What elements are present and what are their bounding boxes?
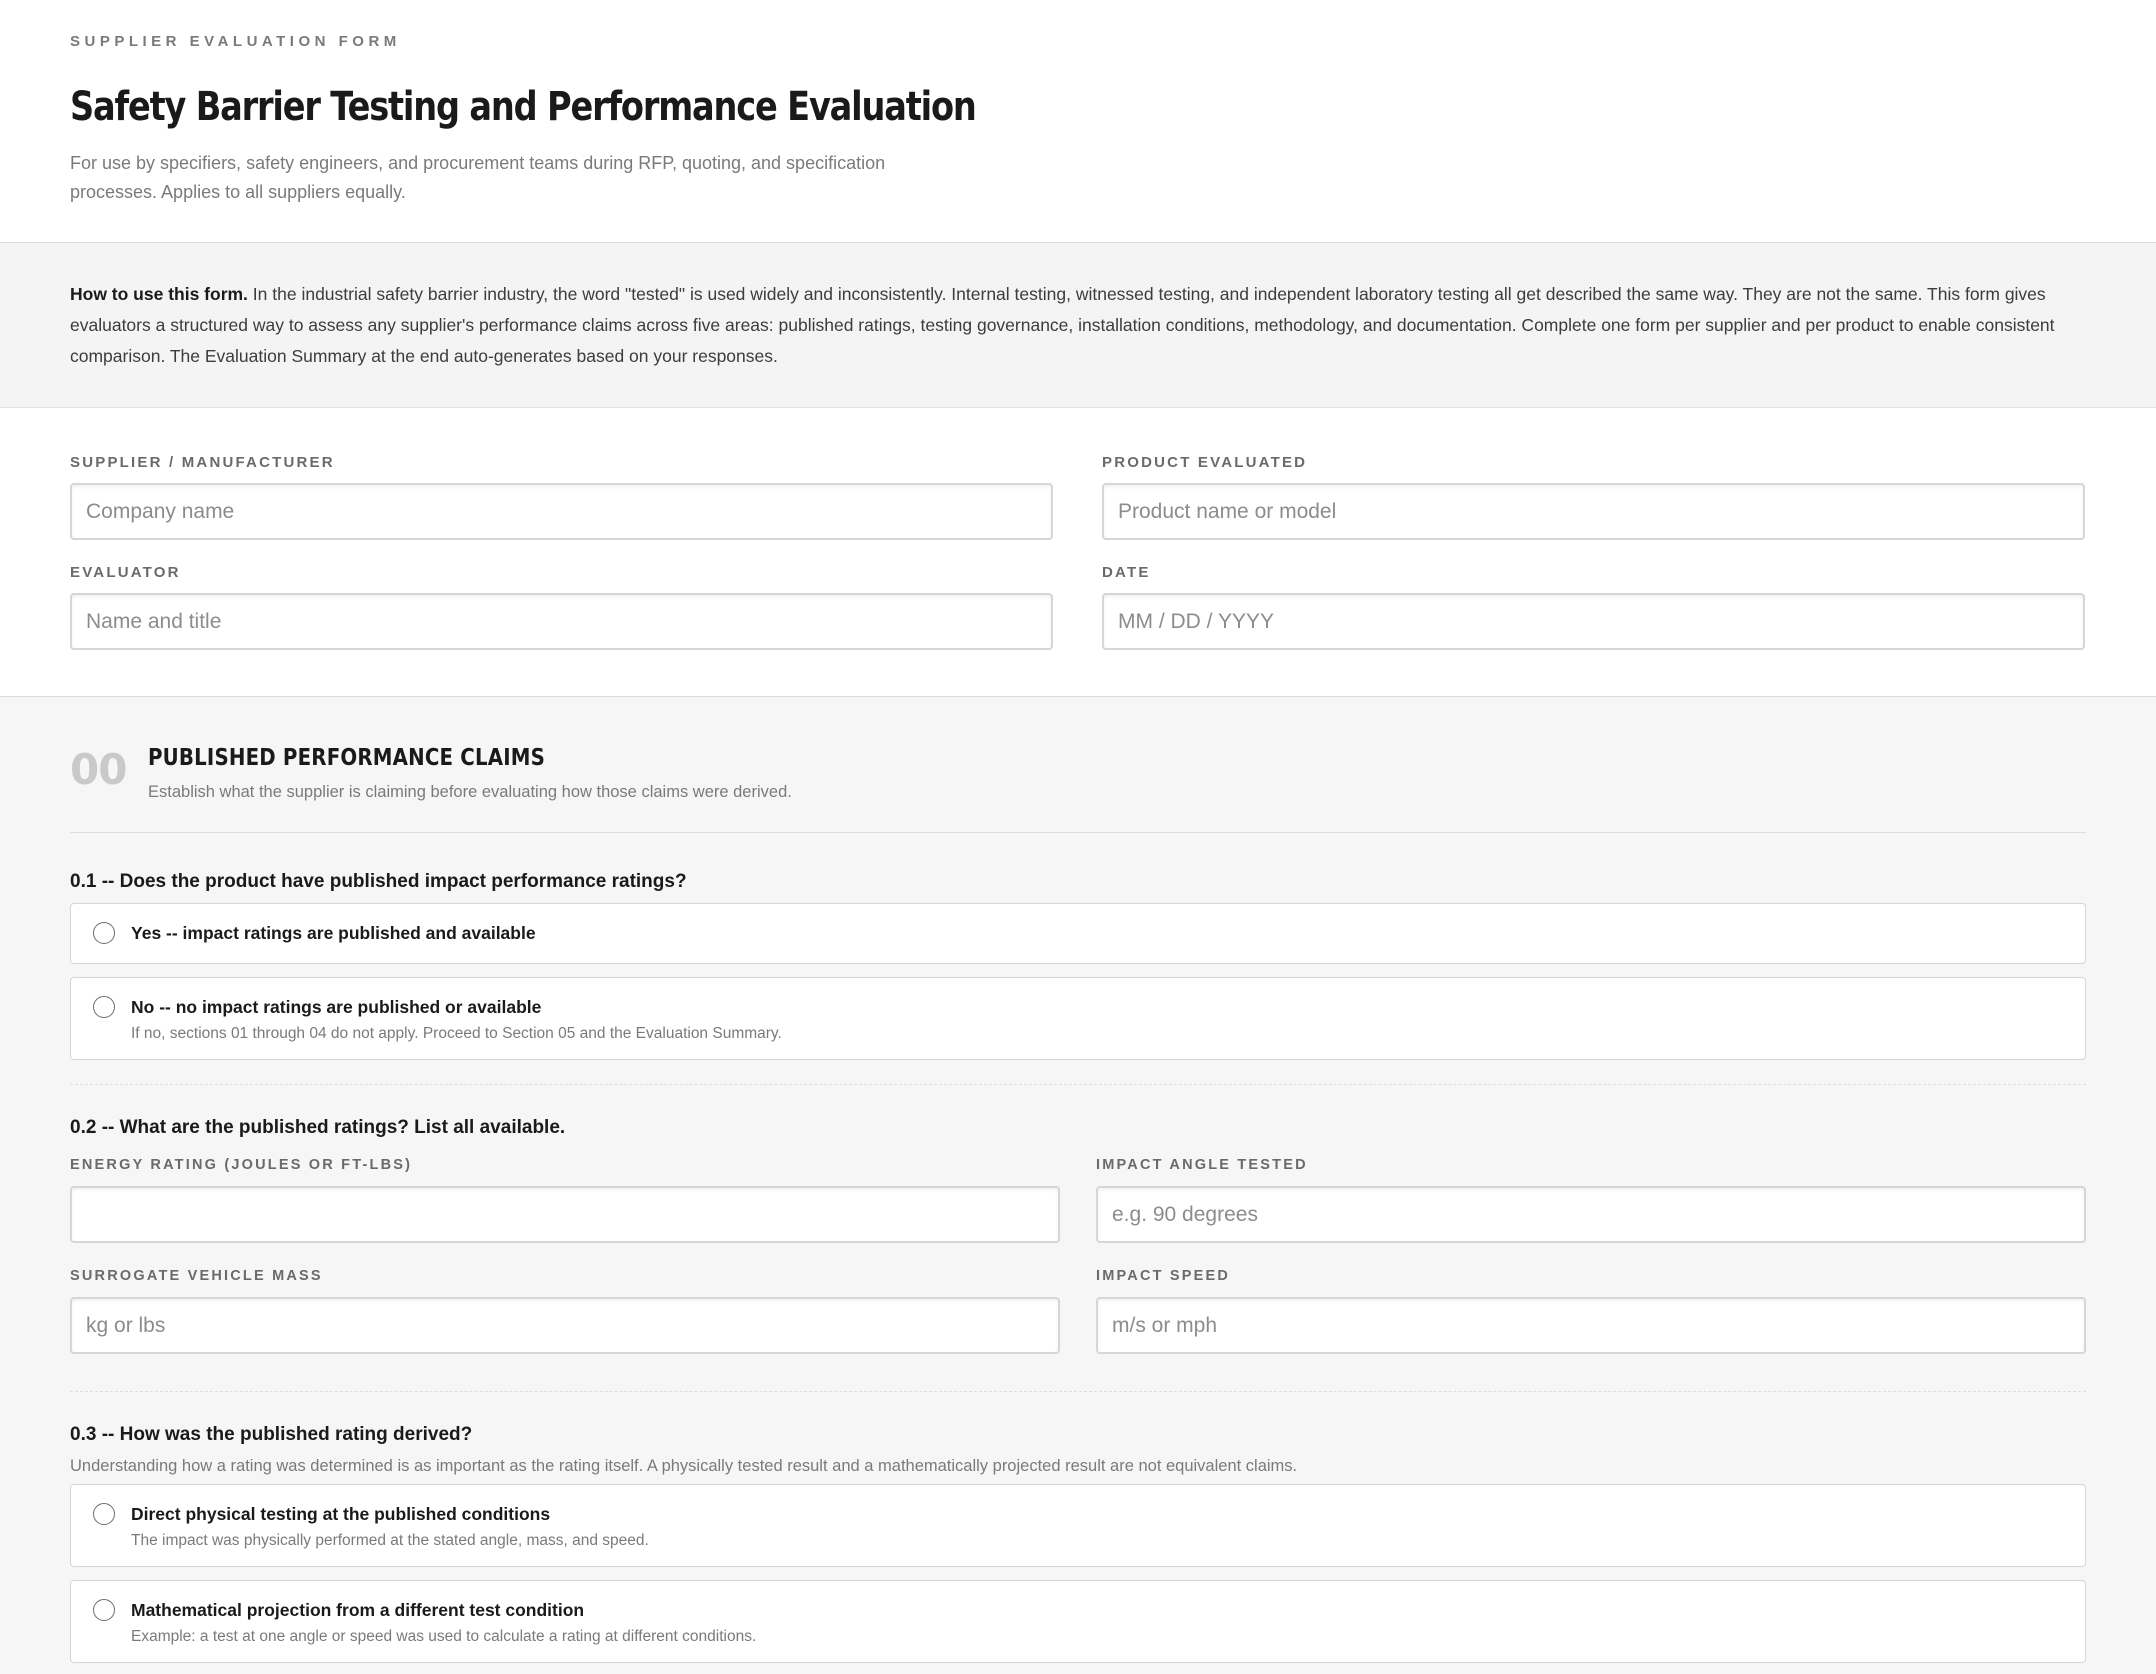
option-label: Yes -- impact ratings are published and … bbox=[131, 923, 536, 943]
option-text: Mathematical projection from a different… bbox=[131, 1599, 756, 1646]
energy-field-group: ENERGY RATING (JOULES OR FT-LBS) bbox=[70, 1157, 1060, 1243]
supplier-label: SUPPLIER / MANUFACTURER bbox=[70, 454, 335, 471]
option-help: Example: a test at one angle or speed wa… bbox=[131, 1628, 757, 1645]
supplier-field-group: SUPPLIER / MANUFACTURER bbox=[70, 454, 1053, 540]
date-label: DATE bbox=[1102, 564, 1151, 581]
page-subtitle: For use by specifiers, safety engineers,… bbox=[70, 153, 886, 202]
angle-label: IMPACT ANGLE TESTED bbox=[1096, 1157, 1308, 1173]
impact-angle-input[interactable] bbox=[1096, 1186, 2086, 1243]
page-title: Safety Barrier Testing and Performance E… bbox=[70, 84, 977, 130]
impact-speed-input[interactable] bbox=[1096, 1297, 2086, 1354]
question-note: Understanding how a rating was determine… bbox=[70, 1457, 1298, 1475]
energy-label: ENERGY RATING (JOULES OR FT-LBS) bbox=[70, 1157, 413, 1173]
radio-button[interactable] bbox=[93, 1599, 115, 1621]
option-label: Direct physical testing at the published… bbox=[131, 1504, 551, 1524]
option-yes-ratings-published[interactable]: Yes -- impact ratings are published and … bbox=[70, 903, 2086, 964]
question-0-1: 0.1 -- Does the product have published i… bbox=[70, 833, 2086, 1060]
radio-button[interactable] bbox=[93, 996, 115, 1018]
option-help: The impact was physically performed at t… bbox=[131, 1532, 649, 1549]
section-title: PUBLISHED PERFORMANCE CLAIMS bbox=[148, 745, 546, 771]
option-mathematical-projection[interactable]: Mathematical projection from a different… bbox=[70, 1580, 2086, 1663]
option-label: Mathematical projection from a different… bbox=[131, 1600, 585, 1620]
evaluator-label: EVALUATOR bbox=[70, 564, 181, 581]
section-number: 00 bbox=[70, 745, 127, 794]
option-label: No -- no impact ratings are published or… bbox=[131, 997, 542, 1017]
option-text: Yes -- impact ratings are published and … bbox=[131, 922, 536, 944]
radio-button[interactable] bbox=[93, 1503, 115, 1525]
section-description: Establish what the supplier is claiming … bbox=[148, 783, 792, 801]
ratings-grid: ENERGY RATING (JOULES OR FT-LBS) IMPACT … bbox=[70, 1157, 2086, 1379]
form-header: SUPPLIER EVALUATION FORM Safety Barrier … bbox=[0, 0, 2156, 243]
speed-label: IMPACT SPEED bbox=[1096, 1268, 1231, 1284]
how-to-lead: How to use this form. bbox=[70, 284, 248, 304]
supplier-input[interactable] bbox=[70, 483, 1053, 540]
evaluator-field-group: EVALUATOR bbox=[70, 564, 1053, 650]
mass-label: SURROGATE VEHICLE MASS bbox=[70, 1268, 323, 1284]
section-heading-block: PUBLISHED PERFORMANCE CLAIMS Establish w… bbox=[148, 745, 792, 802]
product-input[interactable] bbox=[1102, 483, 2085, 540]
vehicle-mass-input[interactable] bbox=[70, 1297, 1060, 1354]
evaluator-input[interactable] bbox=[70, 593, 1053, 650]
product-label: PRODUCT EVALUATED bbox=[1102, 454, 1308, 471]
option-text: No -- no impact ratings are published or… bbox=[131, 996, 782, 1043]
how-to-body: In the industrial safety barrier industr… bbox=[70, 284, 2055, 366]
energy-rating-input[interactable] bbox=[70, 1186, 1060, 1243]
question-0-3: 0.3 -- How was the published rating deri… bbox=[70, 1392, 2086, 1663]
date-input[interactable] bbox=[1102, 593, 2085, 650]
section-header: 00 PUBLISHED PERFORMANCE CLAIMS Establis… bbox=[70, 745, 2086, 833]
radio-button[interactable] bbox=[93, 922, 115, 944]
mass-field-group: SURROGATE VEHICLE MASS bbox=[70, 1268, 1060, 1354]
angle-field-group: IMPACT ANGLE TESTED bbox=[1096, 1157, 2086, 1243]
option-help: If no, sections 01 through 04 do not app… bbox=[131, 1025, 782, 1042]
speed-field-group: IMPACT SPEED bbox=[1096, 1268, 2086, 1354]
option-direct-physical-testing[interactable]: Direct physical testing at the published… bbox=[70, 1484, 2086, 1567]
section-00: 00 PUBLISHED PERFORMANCE CLAIMS Establis… bbox=[0, 697, 2156, 1663]
question-title: 0.3 -- How was the published rating deri… bbox=[70, 1424, 473, 1445]
question-0-2: 0.2 -- What are the published ratings? L… bbox=[70, 1085, 2086, 1379]
option-text: Direct physical testing at the published… bbox=[131, 1503, 649, 1550]
question-title: 0.2 -- What are the published ratings? L… bbox=[70, 1117, 566, 1138]
form-eyebrow: SUPPLIER EVALUATION FORM bbox=[70, 33, 401, 50]
question-title: 0.1 -- Does the product have published i… bbox=[70, 871, 687, 892]
product-field-group: PRODUCT EVALUATED bbox=[1102, 454, 2085, 540]
how-to-use-panel: How to use this form. In the industrial … bbox=[0, 243, 2156, 407]
option-no-ratings-published[interactable]: No -- no impact ratings are published or… bbox=[70, 977, 2086, 1060]
evaluation-meta-fields: SUPPLIER / MANUFACTURER PRODUCT EVALUATE… bbox=[0, 407, 2156, 697]
date-field-group: DATE bbox=[1102, 564, 2085, 650]
